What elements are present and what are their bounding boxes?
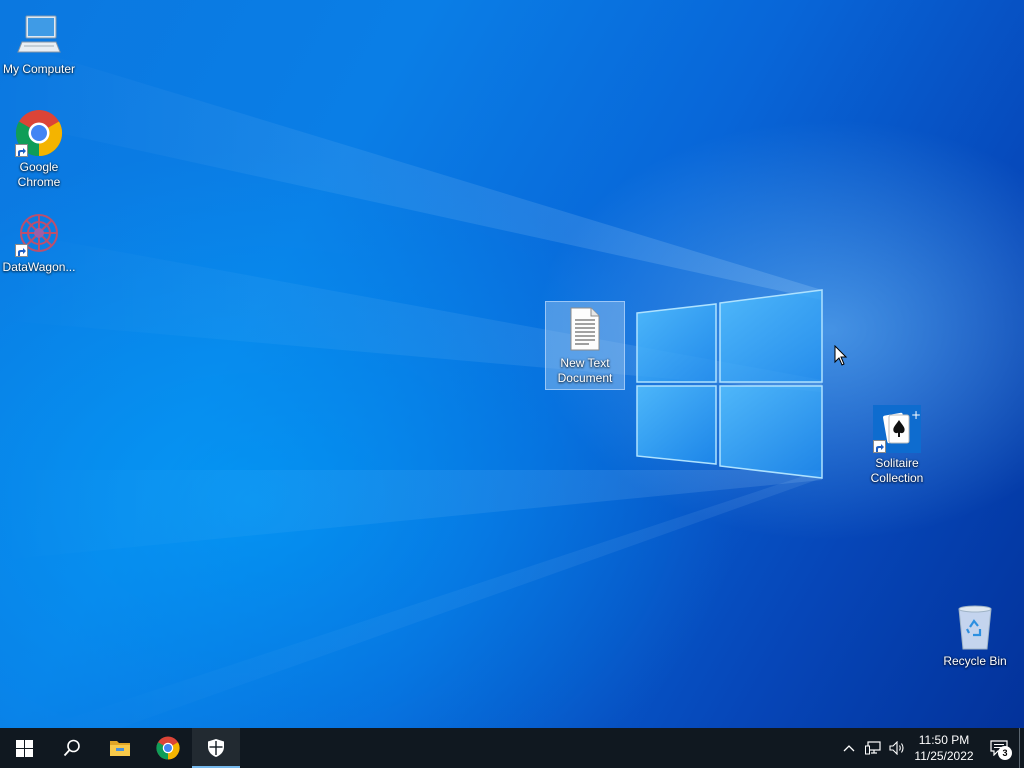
desktop-icon-label: Recycle Bin [943,654,1007,668]
desktop-icon-label: New Text Document [557,356,613,385]
start-button[interactable] [0,728,48,768]
shortcut-arrow-icon [15,244,28,257]
volume-button[interactable] [885,728,909,768]
desktop-icon-datawagon[interactable]: DataWagon... [0,206,78,278]
volume-icon [889,741,904,755]
desktop-icon-label: Solitaire Collection [870,456,924,485]
computer-icon [14,10,64,60]
shortcut-arrow-icon [15,144,28,157]
svg-text:+: + [911,408,921,422]
notification-count-badge: 3 [998,746,1012,760]
desktop-icon-google-chrome[interactable]: Google Chrome [0,106,78,193]
action-center-button[interactable]: 3 [979,728,1019,768]
clock-date: 11/25/2022 [914,749,974,763]
desktop[interactable]: My Computer Google Chrome DataWagon... N… [0,0,1024,728]
network-button[interactable] [861,728,885,768]
chrome-icon [156,736,180,760]
show-desktop-button[interactable] [1019,728,1024,768]
shortcut-arrow-icon [873,440,886,453]
desktop-icon-label: DataWagon... [2,260,76,274]
taskbar-file-explorer[interactable] [96,728,144,768]
wallpaper [0,40,823,728]
desktop-icon-my-computer[interactable]: My Computer [0,8,78,80]
taskbar-windows-security[interactable] [192,728,240,768]
desktop-icon-recycle-bin[interactable]: Recycle Bin [936,600,1014,672]
windows-start-icon [15,739,33,757]
search-button[interactable] [48,728,96,768]
desktop-icon-new-text-document[interactable]: New Text Document [545,301,625,390]
recycle-bin-icon [950,602,1000,652]
mouse-cursor-icon [834,345,848,366]
show-hidden-icons-button[interactable] [837,728,861,768]
search-icon [63,739,80,757]
solitaire-icon: + [872,404,922,454]
text-document-icon [560,304,610,354]
network-icon [865,741,881,755]
taskbar-chrome[interactable] [144,728,192,768]
chevron-up-icon [843,745,855,752]
taskbar: 11:50 PM 11/25/2022 3 [0,728,1024,768]
file-explorer-icon [110,741,130,756]
desktop-icon-solitaire-collection[interactable]: + Solitaire Collection [858,402,936,489]
clock[interactable]: 11:50 PM 11/25/2022 [909,728,979,768]
clock-time: 11:50 PM [918,733,970,747]
desktop-icon-label: Google Chrome [17,160,61,189]
datawagon-icon [14,208,64,258]
desktop-icon-label: My Computer [2,62,76,76]
chrome-icon [14,108,64,158]
system-tray: 11:50 PM 11/25/2022 3 [837,728,1024,768]
windows-security-icon [208,739,224,757]
